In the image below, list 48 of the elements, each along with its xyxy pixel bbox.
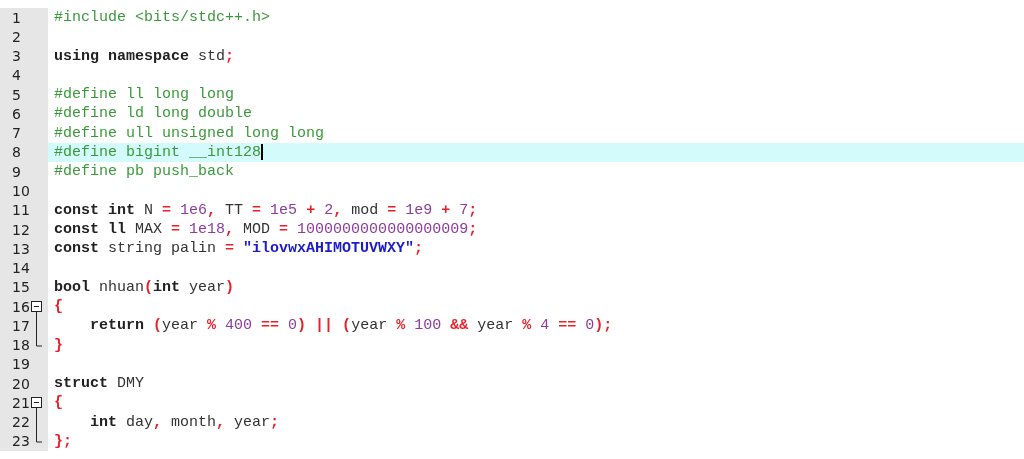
- line-number: 7: [11, 125, 22, 142]
- code-line: #define pb push_back: [54, 162, 235, 182]
- line-number: 2: [11, 28, 22, 45]
- fold-end-line: [36, 335, 43, 346]
- line-number: 15: [11, 279, 30, 296]
- code-line: }: [54, 335, 63, 355]
- code-line: const ll MAX = 1e18, MOD = 1000000000000000009;: [54, 220, 478, 240]
- fold-line: [36, 316, 37, 337]
- code-line: #define ull unsigned long long: [54, 123, 325, 143]
- code-line: const int N = 1e6, TT = 1e5 + 2, mod = 1e9 + 7;: [54, 200, 478, 220]
- line-number: 14: [11, 260, 30, 277]
- fold-line: [36, 412, 37, 433]
- code-line: using namespace std;: [54, 46, 235, 66]
- line-number: 5: [11, 86, 22, 103]
- text-cursor: [261, 144, 264, 160]
- code-line: {: [54, 297, 63, 317]
- line-number: 10: [11, 183, 30, 199]
- code-line: #define bigint __int128: [54, 143, 264, 162]
- line-number: 4: [11, 67, 22, 84]
- code-line: };: [54, 431, 72, 451]
- code-line: #define ld long double: [54, 104, 253, 124]
- line-number: 13: [11, 240, 30, 257]
- line-number: 19: [11, 356, 30, 373]
- line-number: 16: [11, 298, 30, 315]
- code-line: int day, month, year;: [89, 412, 280, 432]
- code-line: bool nhuan(int year): [54, 277, 235, 297]
- code-line: {: [54, 393, 63, 413]
- line-number: 18: [11, 337, 30, 354]
- code-line: const string palin = "ilovwxAHIMOTUVWXY";: [54, 239, 424, 259]
- line-number: 20: [11, 375, 30, 392]
- line-number: 11: [11, 202, 30, 219]
- code-line: return (year % 400 == 0) || (year % 100 && year % 4 == 0);: [89, 316, 613, 336]
- line-number: 1: [11, 9, 22, 26]
- line-number: 21: [11, 394, 30, 411]
- line-number: 3: [11, 48, 22, 65]
- line-number: 6: [11, 105, 22, 122]
- line-number: 22: [11, 414, 30, 431]
- line-number: 17: [11, 317, 30, 334]
- fold-toggle-icon[interactable]: [31, 397, 42, 414]
- code-line: #define ll long long: [54, 85, 235, 105]
- code-line: #include <bits/stdc++.h>: [54, 8, 271, 28]
- line-number: 9: [11, 163, 22, 180]
- line-number: 8: [11, 144, 22, 161]
- line-number: 23: [11, 433, 30, 450]
- code-line: struct DMY: [54, 374, 145, 394]
- fold-end-line: [36, 431, 43, 443]
- fold-toggle-icon[interactable]: [31, 301, 42, 317]
- line-number: 12: [11, 221, 30, 238]
